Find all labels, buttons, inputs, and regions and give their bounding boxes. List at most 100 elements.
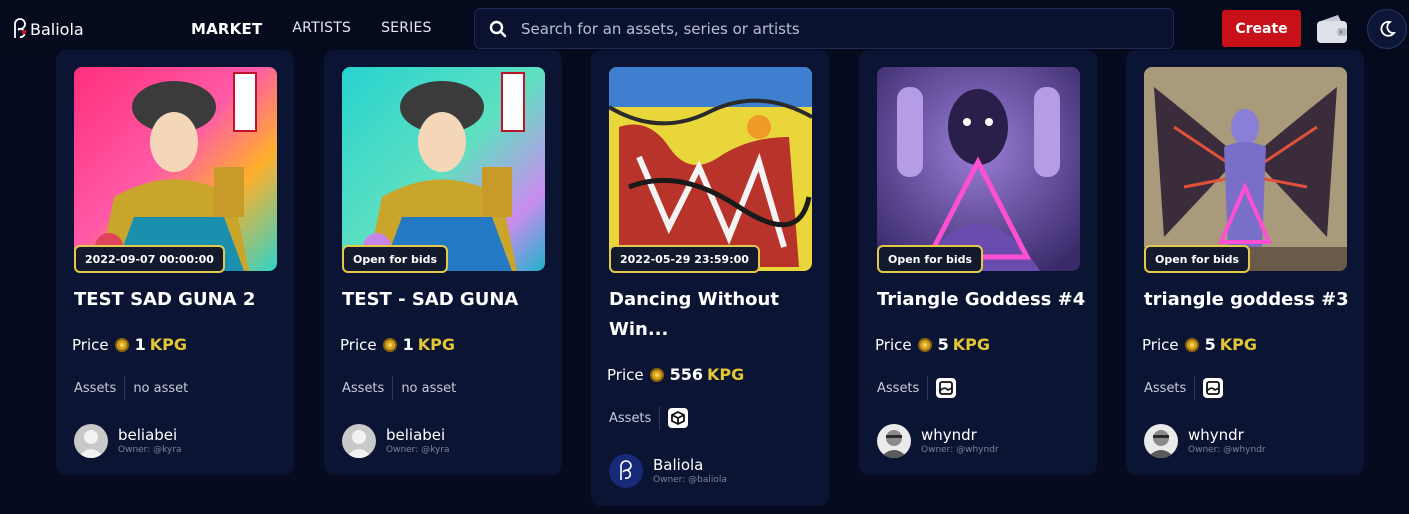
assets-value: no asset: [401, 380, 457, 396]
assets-label: Assets: [74, 380, 117, 396]
assets-row: Assets: [1144, 375, 1224, 401]
price-row: Price 5 KPG: [1142, 335, 1257, 354]
artwork-image[interactable]: [1144, 67, 1347, 271]
assets-label: Assets: [1144, 380, 1187, 396]
artwork-title-line: Win...: [609, 319, 669, 340]
price-label: Price: [1142, 335, 1179, 354]
coin-icon: [1184, 337, 1199, 352]
artwork-title[interactable]: TEST - SAD GUNA: [342, 285, 552, 315]
search-icon: [489, 20, 507, 37]
price-label: Price: [607, 365, 644, 384]
price-currency: KPG: [952, 335, 990, 354]
coin-icon: [382, 337, 397, 352]
image-icon[interactable]: [936, 378, 957, 398]
owner-row[interactable]: beliabei Owner: @kyra: [342, 424, 450, 458]
owner-name[interactable]: beliabei: [118, 426, 182, 444]
artwork-card[interactable]: Open for bids TEST - SAD GUNA Price 1 KP…: [324, 50, 562, 475]
price-value: 556: [669, 365, 703, 384]
artwork-card[interactable]: 2022-05-29 23:59:00 Dancing Without Win.…: [591, 50, 829, 506]
price-row: Price 556 KPG: [607, 365, 744, 384]
owner-row[interactable]: Baliola Owner: @baliola: [609, 454, 727, 488]
price-label: Price: [340, 335, 377, 354]
search-bar[interactable]: [474, 8, 1174, 49]
artwork-title[interactable]: Triangle Goddess #4: [877, 285, 1087, 315]
auction-status-badge: Open for bids: [1144, 245, 1251, 273]
price-value: 1: [134, 335, 146, 354]
search-input[interactable]: [521, 19, 1141, 38]
price-label: Price: [72, 335, 109, 354]
assets-row: Assets no asset: [74, 375, 188, 401]
price-row: Price 1 KPG: [72, 335, 187, 354]
artwork-card[interactable]: Open for bids Triangle Goddess #4 Price …: [859, 50, 1097, 475]
price-currency: KPG: [149, 335, 187, 354]
artwork-card[interactable]: Open for bids triangle goddess #3 Price …: [1126, 50, 1364, 475]
assets-row: Assets: [609, 405, 689, 431]
coin-icon: [917, 337, 932, 352]
artwork-image[interactable]: [74, 67, 277, 271]
artwork-image[interactable]: [877, 67, 1080, 271]
nav-market[interactable]: MARKET: [191, 20, 262, 38]
price-currency: KPG: [707, 365, 745, 384]
nav-artists[interactable]: ARTISTS: [292, 20, 351, 38]
avatar[interactable]: [1144, 424, 1178, 458]
owner-handle: Owner: @kyra: [386, 444, 450, 455]
artwork-title[interactable]: triangle goddess #3: [1144, 285, 1354, 315]
owner-name[interactable]: whyndr: [1188, 426, 1266, 444]
artwork-title[interactable]: TEST SAD GUNA 2: [74, 285, 284, 315]
nav-series[interactable]: SERIES: [381, 20, 432, 38]
price-currency: KPG: [1219, 335, 1257, 354]
divider: [124, 376, 126, 400]
price-label: Price: [875, 335, 912, 354]
price-currency: KPG: [417, 335, 455, 354]
assets-label: Assets: [609, 410, 652, 426]
owner-handle: Owner: @whyndr: [1188, 444, 1266, 455]
coin-icon: [114, 337, 129, 352]
price-value: 5: [937, 335, 949, 354]
theme-toggle-button[interactable]: [1367, 9, 1407, 49]
price-value: 1: [402, 335, 414, 354]
avatar[interactable]: [609, 454, 643, 488]
artwork-image[interactable]: [342, 67, 545, 271]
image-icon[interactable]: [1203, 378, 1224, 398]
cube-icon[interactable]: [668, 408, 689, 428]
price-row: Price 1 KPG: [340, 335, 455, 354]
assets-row: Assets: [877, 375, 957, 401]
divider: [1194, 376, 1196, 400]
auction-date-badge: 2022-05-29 23:59:00: [609, 245, 760, 273]
logo-text: Baliola: [30, 19, 84, 39]
baliola-logo-icon: [14, 18, 27, 38]
auction-date-badge: 2022-09-07 00:00:00: [74, 245, 225, 273]
artwork-card[interactable]: 2022-09-07 00:00:00 TEST SAD GUNA 2 Pric…: [56, 50, 294, 475]
wallet-icon[interactable]: [1316, 14, 1348, 44]
divider: [392, 376, 394, 400]
auction-status-badge: Open for bids: [342, 245, 449, 273]
owner-name[interactable]: Baliola: [653, 456, 727, 474]
assets-value: no asset: [133, 380, 189, 396]
owner-row[interactable]: whyndr Owner: @whyndr: [877, 424, 999, 458]
artwork-title-line: Dancing Without: [609, 289, 779, 310]
create-button[interactable]: Create: [1222, 10, 1301, 47]
divider: [659, 406, 661, 430]
auction-status-badge: Open for bids: [877, 245, 984, 273]
assets-label: Assets: [877, 380, 920, 396]
owner-name[interactable]: whyndr: [921, 426, 999, 444]
main-nav: MARKET ARTISTS SERIES: [191, 20, 432, 38]
coin-icon: [649, 367, 664, 382]
owner-row[interactable]: beliabei Owner: @kyra: [74, 424, 182, 458]
artwork-title[interactable]: Dancing Without Win...: [609, 285, 819, 345]
owner-row[interactable]: whyndr Owner: @whyndr: [1144, 424, 1266, 458]
price-value: 5: [1204, 335, 1216, 354]
owner-handle: Owner: @whyndr: [921, 444, 999, 455]
avatar[interactable]: [74, 424, 108, 458]
avatar[interactable]: [342, 424, 376, 458]
owner-handle: Owner: @baliola: [653, 474, 727, 485]
baliola-logo[interactable]: Baliola: [12, 18, 84, 40]
price-row: Price 5 KPG: [875, 335, 990, 354]
assets-row: Assets no asset: [342, 375, 456, 401]
assets-label: Assets: [342, 380, 385, 396]
avatar[interactable]: [877, 424, 911, 458]
owner-name[interactable]: beliabei: [386, 426, 450, 444]
divider: [927, 376, 929, 400]
owner-handle: Owner: @kyra: [118, 444, 182, 455]
artwork-image[interactable]: [609, 67, 812, 271]
